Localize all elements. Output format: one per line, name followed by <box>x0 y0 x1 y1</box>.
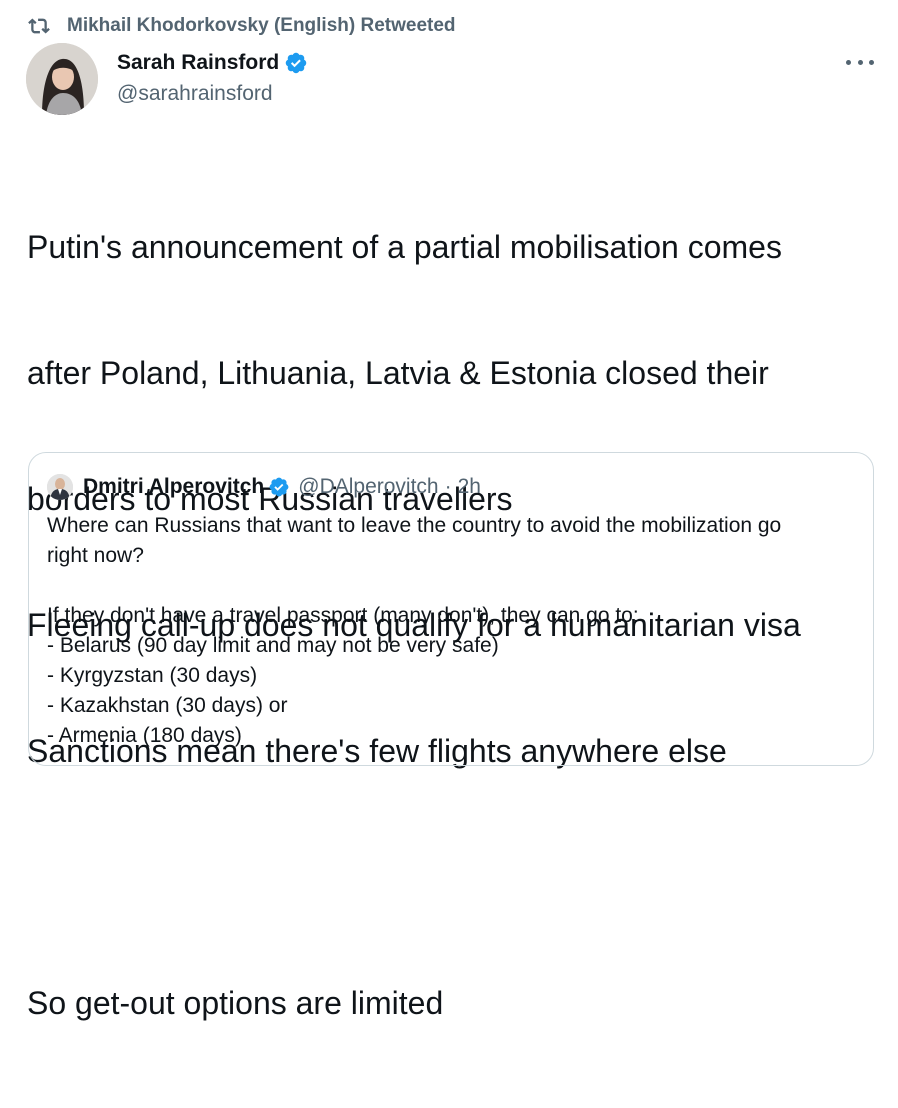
quoted-line: - Kazakhstan (30 days) or <box>47 694 288 717</box>
quoted-avatar-image <box>47 474 73 500</box>
quoted-line <box>47 571 857 601</box>
tweet-line: So get-out options are limited <box>27 985 444 1021</box>
quoted-line: - Kyrgyzstan (30 days) <box>47 664 258 687</box>
quoted-tweet[interactable]: Dmitri Alperovitch @DAlperovitch · 2h Wh… <box>28 452 874 766</box>
verified-badge-icon <box>269 477 289 497</box>
quoted-line: Where can Russians that want to leave th… <box>47 514 782 537</box>
separator-dot: · <box>444 475 452 498</box>
retweet-context[interactable]: Mikhail Khodorkovsky (English) Retweeted <box>28 14 456 38</box>
quoted-author-handle[interactable]: @DAlperovitch <box>298 475 438 499</box>
quoted-tweet-text: Where can Russians that want to leave th… <box>47 511 857 751</box>
quoted-tweet-header: Dmitri Alperovitch @DAlperovitch · 2h <box>47 473 481 501</box>
quoted-line: If they don't have a travel passport (ma… <box>47 604 639 627</box>
avatar[interactable] <box>26 43 98 115</box>
quoted-avatar[interactable] <box>47 474 73 500</box>
tweet-line: after Poland, Lithuania, Latvia & Estoni… <box>27 355 769 391</box>
more-dots-icon <box>869 59 874 65</box>
tweet-line: Putin's announcement of a partial mobili… <box>27 229 782 265</box>
more-options-button[interactable] <box>846 52 874 72</box>
verified-badge-icon <box>285 52 307 74</box>
more-dots-icon <box>857 59 863 65</box>
quoted-timestamp[interactable]: 2h <box>458 475 481 499</box>
retweet-icon <box>28 18 50 34</box>
quoted-line: - Belarus (90 day limit and may not be v… <box>47 634 499 657</box>
author-handle[interactable]: @sarahrainsford <box>117 82 273 106</box>
tweet-line <box>27 856 877 898</box>
quoted-line: right now? <box>47 544 144 567</box>
author-name-text: Sarah Rainsford <box>117 51 280 74</box>
quoted-line: - Armenia (180 days) <box>47 724 242 747</box>
more-dots-icon <box>846 59 851 65</box>
tweet-card[interactable]: Mikhail Khodorkovsky (English) Retweeted… <box>0 0 898 1021</box>
author-name[interactable]: Sarah Rainsford <box>117 51 308 75</box>
quoted-author-name[interactable]: Dmitri Alperovitch <box>83 475 264 499</box>
retweet-label: Mikhail Khodorkovsky (English) Retweeted <box>67 15 456 36</box>
avatar-image <box>26 43 98 115</box>
